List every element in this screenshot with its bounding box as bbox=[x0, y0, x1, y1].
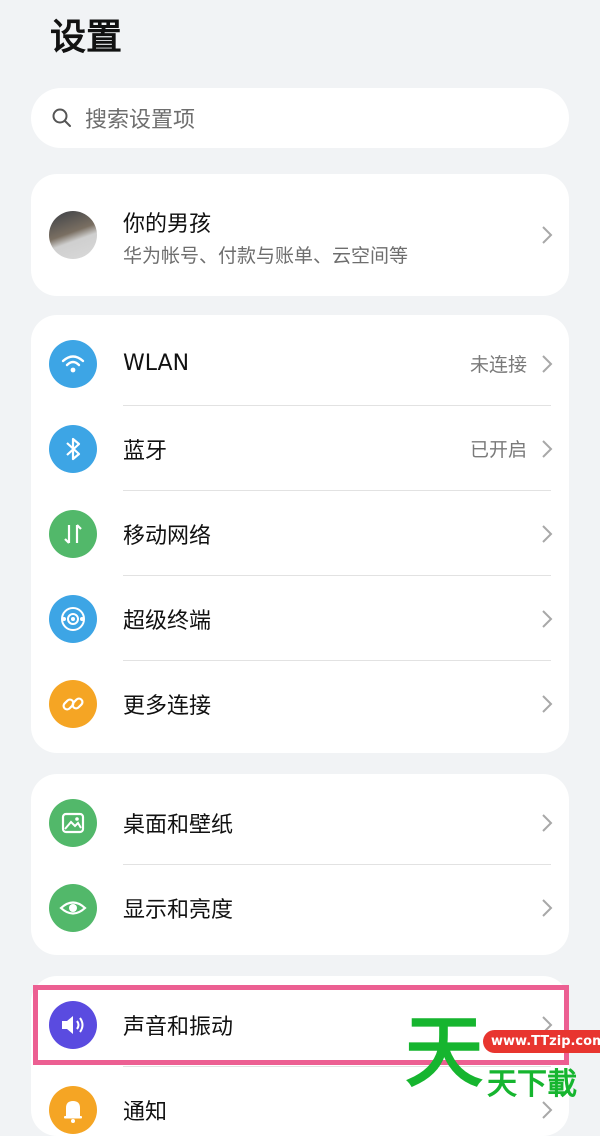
chevron-right-icon bbox=[542, 694, 553, 713]
settings-item-bluetooth[interactable]: 蓝牙 已开启 bbox=[31, 406, 569, 491]
settings-item-label: 声音和振动 bbox=[123, 1014, 234, 1040]
watermark-text: 天下載 bbox=[487, 1067, 577, 1102]
account-card[interactable]: 你的男孩 华为帐号、付款与账单、云空间等 bbox=[31, 174, 569, 296]
search-icon bbox=[52, 108, 71, 127]
wifi-icon bbox=[49, 339, 97, 388]
chevron-right-icon bbox=[542, 439, 553, 458]
settings-item-label: 桌面和壁纸 bbox=[123, 812, 234, 838]
settings-item-wlan[interactable]: WLAN 未连接 bbox=[31, 321, 569, 406]
avatar bbox=[49, 211, 97, 259]
bell-icon bbox=[49, 1085, 97, 1134]
connectivity-card: WLAN 未连接 蓝牙 已开启 移动网络 超级终端 更多连接 bbox=[31, 315, 569, 753]
settings-item-display-brightness[interactable]: 显示和亮度 bbox=[31, 865, 569, 950]
chevron-right-icon bbox=[542, 813, 553, 832]
page-title: 设置 bbox=[50, 17, 123, 58]
account-name: 你的男孩 bbox=[123, 212, 212, 237]
settings-item-mobile-network[interactable]: 移动网络 bbox=[31, 491, 569, 576]
settings-item-wallpaper[interactable]: 桌面和壁纸 bbox=[31, 780, 569, 865]
speaker-icon bbox=[49, 1000, 97, 1049]
eye-icon bbox=[49, 883, 97, 932]
chevron-right-icon bbox=[542, 524, 553, 543]
wlan-status: 未连接 bbox=[469, 354, 527, 376]
chevron-right-icon bbox=[542, 226, 553, 244]
watermark: 天 www.TTzip.com 天下載 bbox=[405, 1012, 600, 1113]
super-device-icon bbox=[49, 594, 97, 643]
settings-item-label: 更多连接 bbox=[123, 693, 212, 719]
display-card: 桌面和壁纸 显示和亮度 bbox=[31, 774, 569, 955]
account-subtitle: 华为帐号、付款与账单、云空间等 bbox=[123, 245, 409, 267]
mobile-data-icon bbox=[49, 509, 97, 558]
settings-item-label: WLAN bbox=[123, 351, 190, 376]
search-bar[interactable]: 搜索设置项 bbox=[31, 88, 569, 148]
settings-item-label: 通知 bbox=[123, 1099, 168, 1125]
chevron-right-icon bbox=[542, 898, 553, 917]
settings-item-label: 超级终端 bbox=[123, 608, 212, 634]
bluetooth-status: 已开启 bbox=[469, 439, 527, 461]
settings-item-label: 移动网络 bbox=[123, 523, 212, 549]
settings-item-super-device[interactable]: 超级终端 bbox=[31, 576, 569, 661]
watermark-big-char: 天 bbox=[405, 1008, 484, 1098]
search-placeholder: 搜索设置项 bbox=[85, 108, 196, 133]
wallpaper-icon bbox=[49, 798, 97, 847]
settings-item-more-connections[interactable]: 更多连接 bbox=[31, 661, 569, 746]
link-icon bbox=[49, 679, 97, 728]
chevron-right-icon bbox=[542, 354, 553, 373]
chevron-right-icon bbox=[542, 609, 553, 628]
settings-item-label: 蓝牙 bbox=[123, 438, 168, 464]
watermark-url: www.TTzip.com bbox=[483, 1030, 600, 1053]
bluetooth-icon bbox=[49, 424, 97, 473]
settings-item-label: 显示和亮度 bbox=[123, 897, 234, 923]
